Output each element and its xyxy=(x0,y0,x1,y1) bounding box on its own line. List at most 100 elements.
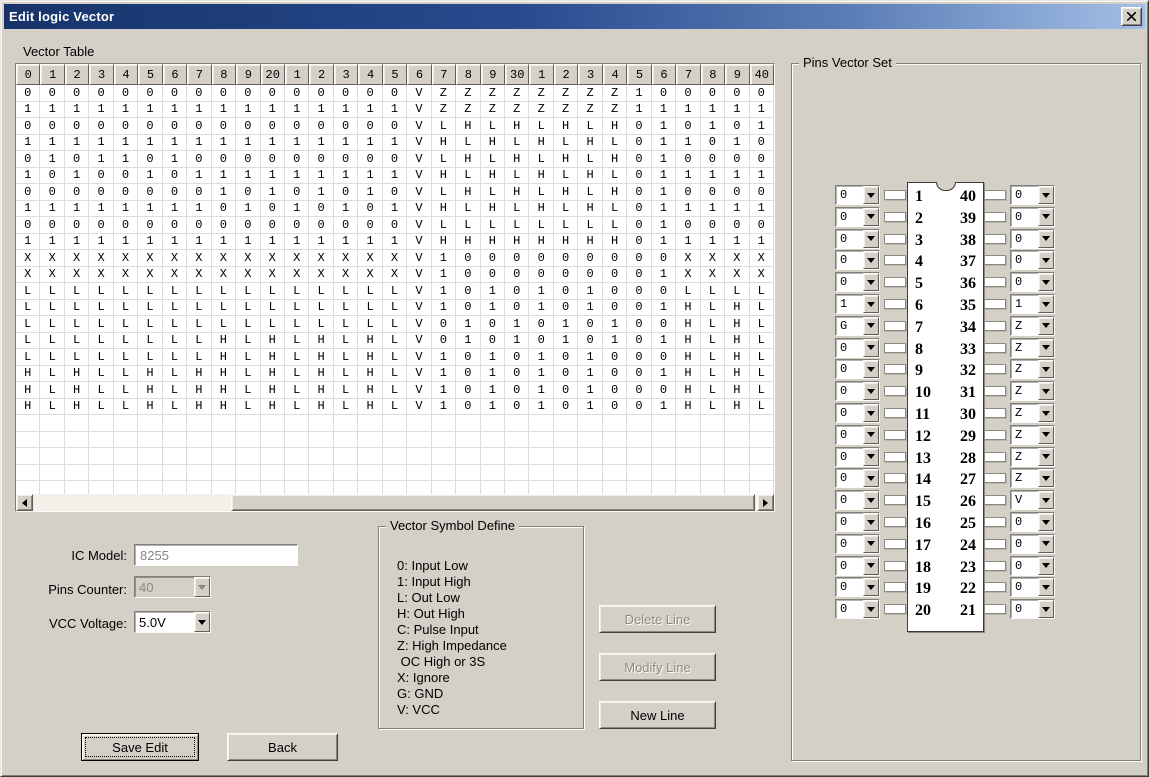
table-cell[interactable]: 0 xyxy=(138,118,162,135)
table-cell[interactable]: 0 xyxy=(456,366,480,383)
table-cell[interactable] xyxy=(505,432,529,449)
table-cell[interactable]: L xyxy=(187,300,211,317)
column-header[interactable]: 6 xyxy=(407,64,431,85)
table-cell[interactable]: 0 xyxy=(701,184,725,201)
table-cell[interactable] xyxy=(358,432,382,449)
table-cell[interactable]: X xyxy=(187,267,211,284)
table-cell[interactable]: 1 xyxy=(725,135,749,152)
pin-10-select[interactable]: 0 xyxy=(835,381,880,401)
table-cell[interactable]: L xyxy=(481,217,505,234)
table-cell[interactable]: 1 xyxy=(750,234,774,251)
table-cell[interactable]: 0 xyxy=(750,151,774,168)
table-cell[interactable]: 0 xyxy=(554,382,578,399)
table-cell[interactable]: 1 xyxy=(309,234,333,251)
table-cell[interactable]: L xyxy=(334,333,358,350)
table-cell[interactable]: H xyxy=(578,135,602,152)
table-cell[interactable]: H xyxy=(578,168,602,185)
table-cell[interactable] xyxy=(114,481,138,494)
table-cell[interactable]: X xyxy=(16,250,40,267)
table-cell[interactable] xyxy=(16,481,40,494)
table-cell[interactable] xyxy=(481,432,505,449)
table-cell[interactable]: L xyxy=(603,135,627,152)
table-cell[interactable]: X xyxy=(309,267,333,284)
table-cell[interactable]: X xyxy=(750,250,774,267)
table-cell[interactable]: 0 xyxy=(138,217,162,234)
pin-26-select[interactable]: V xyxy=(1010,490,1055,510)
table-cell[interactable]: L xyxy=(40,366,64,383)
table-cell[interactable] xyxy=(163,481,187,494)
table-cell[interactable]: 1 xyxy=(578,349,602,366)
table-cell[interactable]: L xyxy=(701,316,725,333)
table-cell[interactable]: 0 xyxy=(505,267,529,284)
table-cell[interactable]: L xyxy=(163,366,187,383)
table-cell[interactable]: 0 xyxy=(334,184,358,201)
table-cell[interactable]: L xyxy=(89,300,113,317)
table-cell[interactable]: 1 xyxy=(261,102,285,119)
ic-model-field[interactable]: 8255 xyxy=(134,544,298,566)
table-cell[interactable]: L xyxy=(554,201,578,218)
table-cell[interactable] xyxy=(578,415,602,432)
table-cell[interactable]: L xyxy=(16,283,40,300)
pin-dropdown-button[interactable] xyxy=(1038,578,1054,596)
table-cell[interactable]: L xyxy=(163,399,187,416)
table-cell[interactable]: L xyxy=(750,399,774,416)
table-cell[interactable]: 1 xyxy=(505,333,529,350)
table-cell[interactable]: L xyxy=(114,349,138,366)
column-header[interactable]: 3 xyxy=(334,64,358,85)
table-cell[interactable]: 0 xyxy=(212,217,236,234)
table-cell[interactable]: H xyxy=(529,168,553,185)
table-cell[interactable]: L xyxy=(261,316,285,333)
table-cell[interactable] xyxy=(652,465,676,482)
table-cell[interactable]: H xyxy=(456,234,480,251)
table-cell[interactable]: 0 xyxy=(187,184,211,201)
table-cell[interactable]: Z xyxy=(554,85,578,102)
table-cell[interactable]: 0 xyxy=(529,267,553,284)
table-cell[interactable]: H xyxy=(65,399,89,416)
table-cell[interactable]: L xyxy=(358,283,382,300)
table-cell[interactable] xyxy=(236,448,260,465)
table-cell[interactable]: 0 xyxy=(212,201,236,218)
table-cell[interactable]: H xyxy=(725,316,749,333)
pin-dropdown-button[interactable] xyxy=(863,382,879,400)
table-cell[interactable]: 0 xyxy=(40,217,64,234)
pin-dropdown-button[interactable] xyxy=(1038,251,1054,269)
table-cell[interactable]: L xyxy=(163,316,187,333)
table-cell[interactable]: 0 xyxy=(676,118,700,135)
vcc-voltage-select[interactable]: 5.0V xyxy=(134,611,211,633)
table-cell[interactable] xyxy=(750,481,774,494)
table-cell[interactable] xyxy=(505,415,529,432)
table-cell[interactable] xyxy=(187,415,211,432)
table-cell[interactable] xyxy=(89,415,113,432)
table-cell[interactable] xyxy=(309,465,333,482)
table-cell[interactable]: L xyxy=(16,333,40,350)
table-cell[interactable]: H xyxy=(725,333,749,350)
table-cell[interactable]: 0 xyxy=(383,184,407,201)
table-cell[interactable]: Z xyxy=(456,85,480,102)
table-cell[interactable]: 0 xyxy=(456,300,480,317)
table-cell[interactable]: H xyxy=(603,184,627,201)
table-cell[interactable]: L xyxy=(383,399,407,416)
table-cell[interactable]: 0 xyxy=(261,201,285,218)
table-cell[interactable]: 1 xyxy=(652,102,676,119)
table-cell[interactable]: L xyxy=(212,316,236,333)
table-cell[interactable] xyxy=(603,415,627,432)
table-cell[interactable]: L xyxy=(89,382,113,399)
table-cell[interactable]: V xyxy=(407,250,431,267)
table-cell[interactable] xyxy=(676,481,700,494)
table-cell[interactable]: 0 xyxy=(309,85,333,102)
pin-12-select[interactable]: 0 xyxy=(835,425,880,445)
table-cell[interactable]: 0 xyxy=(187,151,211,168)
table-cell[interactable]: Z xyxy=(481,85,505,102)
pin-dropdown-button[interactable] xyxy=(1038,600,1054,618)
table-cell[interactable]: X xyxy=(236,250,260,267)
pin-dropdown-button[interactable] xyxy=(1038,382,1054,400)
column-header[interactable]: 1 xyxy=(285,64,309,85)
table-cell[interactable]: L xyxy=(285,382,309,399)
pin-dropdown-button[interactable] xyxy=(1038,404,1054,422)
table-cell[interactable]: H xyxy=(261,333,285,350)
table-cell[interactable]: H xyxy=(554,234,578,251)
table-cell[interactable]: 0 xyxy=(236,118,260,135)
table-cell[interactable] xyxy=(554,465,578,482)
table-cell[interactable] xyxy=(212,465,236,482)
table-cell[interactable] xyxy=(212,415,236,432)
